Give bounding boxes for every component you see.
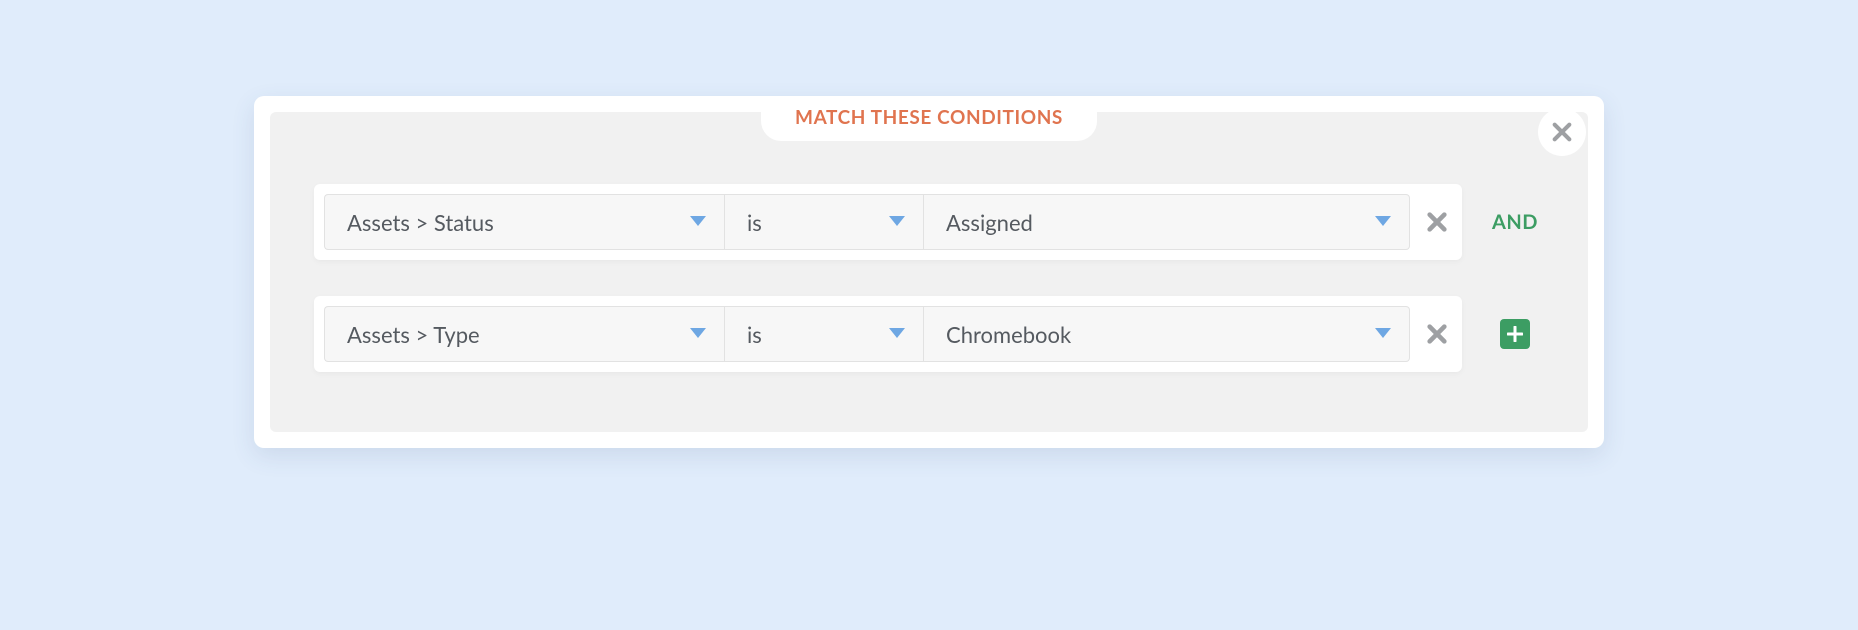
remove-condition-button[interactable] (1410, 323, 1452, 345)
close-icon (1426, 323, 1448, 345)
conditions-panel: Assets > Status is Assigned (270, 112, 1588, 432)
condition-card: Assets > Status is Assigned (314, 184, 1462, 260)
title-tab: MATCH THESE CONDITIONS (761, 96, 1097, 141)
add-condition-button[interactable] (1500, 319, 1530, 349)
chevron-down-icon (690, 328, 706, 340)
chevron-down-icon (1375, 216, 1391, 228)
logic-connector[interactable]: AND (1486, 210, 1544, 234)
add-condition-slot (1486, 319, 1544, 349)
close-icon (1551, 121, 1573, 143)
close-card-button[interactable] (1538, 108, 1586, 156)
logic-connector-label: AND (1492, 210, 1538, 234)
condition-row: Assets > Status is Assigned (314, 184, 1544, 260)
value-select-value: Chromebook (946, 321, 1071, 348)
field-select-value: Assets > Status (347, 209, 494, 236)
remove-condition-button[interactable] (1410, 211, 1452, 233)
field-select[interactable]: Assets > Type (324, 306, 724, 362)
field-select-value: Assets > Type (347, 321, 480, 348)
operator-select-value: is (747, 209, 762, 236)
panel-title: MATCH THESE CONDITIONS (795, 106, 1063, 129)
value-select-value: Assigned (946, 209, 1033, 236)
condition-card: Assets > Type is Chromebook (314, 296, 1462, 372)
chevron-down-icon (889, 328, 905, 340)
condition-row: Assets > Type is Chromebook (314, 296, 1544, 372)
value-select[interactable]: Chromebook (924, 306, 1410, 362)
chevron-down-icon (889, 216, 905, 228)
operator-select-value: is (747, 321, 762, 348)
operator-select[interactable]: is (724, 194, 924, 250)
chevron-down-icon (690, 216, 706, 228)
operator-select[interactable]: is (724, 306, 924, 362)
conditions-card: MATCH THESE CONDITIONS Assets > Status i… (254, 96, 1604, 448)
close-icon (1426, 211, 1448, 233)
value-select[interactable]: Assigned (924, 194, 1410, 250)
plus-icon (1507, 326, 1523, 342)
field-select[interactable]: Assets > Status (324, 194, 724, 250)
chevron-down-icon (1375, 328, 1391, 340)
